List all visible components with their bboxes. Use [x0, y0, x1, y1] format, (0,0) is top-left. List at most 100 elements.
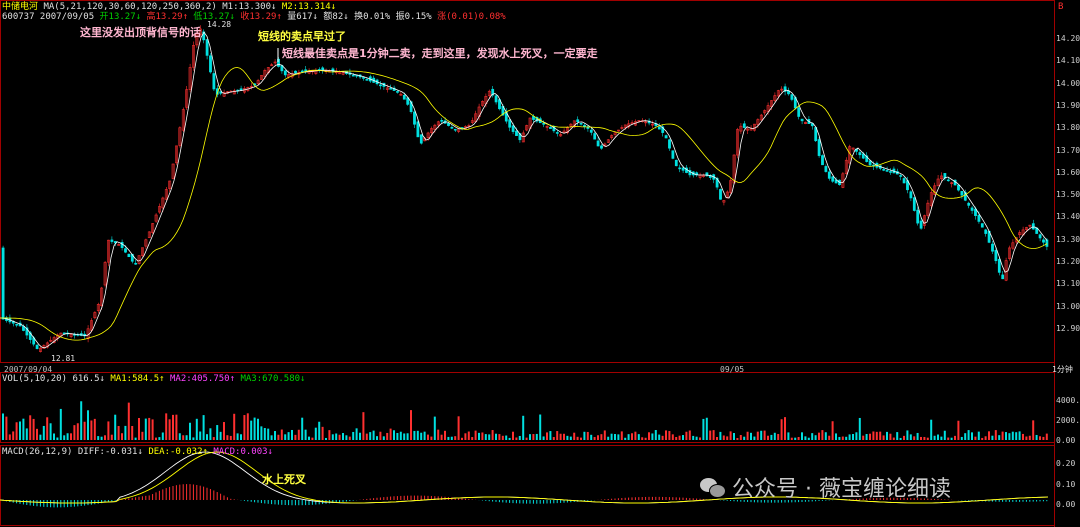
volume-bar — [1028, 435, 1031, 440]
volume-bar — [321, 426, 324, 440]
volume-bar — [260, 426, 263, 440]
volume-bar — [515, 437, 518, 440]
volume-bar — [784, 417, 786, 440]
volume-bar — [600, 434, 603, 440]
volume-bar — [909, 434, 912, 440]
volume-bar — [777, 433, 780, 440]
volume-bar — [804, 436, 807, 440]
volume-bar — [770, 434, 773, 440]
volume-bar — [675, 437, 678, 440]
volume-bar — [505, 435, 508, 440]
volume-bar — [178, 433, 181, 440]
volume-bar — [301, 417, 304, 440]
volume-bar — [566, 435, 569, 440]
ma-line-yellow — [0, 66, 1048, 341]
volume-bar — [518, 435, 521, 440]
volume-value: 量617↓ — [287, 12, 318, 22]
volume-bar — [338, 434, 341, 440]
ma-params: MA(5,21,120,30,60,120,250,360,2) — [43, 2, 217, 12]
low-price-mark: 12.81 — [51, 354, 76, 363]
volume-bar — [342, 433, 344, 440]
volume-bar — [240, 434, 242, 440]
volume-bar — [90, 420, 93, 440]
volume-bar — [671, 434, 674, 440]
turnover-value: 换0.01% — [354, 12, 391, 22]
volume-bar — [869, 433, 871, 440]
volume-bar — [216, 425, 219, 440]
volume-bar — [420, 432, 423, 440]
time-axis-period[interactable]: 1分钟 — [1052, 365, 1073, 375]
volume-bar — [495, 433, 497, 440]
macd-axis-label: 0.10 — [1056, 480, 1076, 489]
volume-bar — [39, 434, 42, 440]
volume-bar — [328, 430, 331, 440]
volume-bar — [2, 413, 4, 440]
code-date: 600737 2007/09/05 — [2, 12, 95, 22]
volume-bar — [433, 416, 436, 440]
volume-bar — [542, 436, 545, 440]
volume-bar — [699, 437, 701, 440]
volume-bar — [923, 436, 926, 440]
volume-bar — [1035, 434, 1038, 440]
volume-bar — [8, 434, 11, 440]
macd-dea: DEA:-0.032↑ — [148, 447, 208, 457]
volume-bar — [484, 434, 487, 440]
volume-bar — [644, 437, 647, 440]
price-axis-label: 12.90 — [1056, 323, 1080, 333]
vol-value: 616.5↓ — [72, 374, 105, 384]
volume-bar — [580, 437, 582, 440]
volume-bar — [104, 435, 106, 440]
volume-bar — [556, 431, 559, 440]
candlestick-series — [1, 25, 1049, 353]
volume-bar — [522, 415, 525, 440]
volume-bar — [508, 437, 511, 440]
volume-bar — [546, 432, 548, 440]
volume-bar — [637, 434, 640, 440]
volume-bar — [192, 437, 195, 440]
volume-bar — [991, 435, 994, 440]
volume-bar — [899, 437, 902, 440]
volume-bar — [49, 423, 52, 440]
volume-bar — [189, 422, 191, 440]
volume-bar — [733, 433, 735, 440]
volume-bar — [729, 431, 732, 440]
volume-bar — [15, 422, 18, 440]
volume-bar — [457, 416, 460, 440]
volume-bar — [583, 431, 586, 440]
volume-bar — [1018, 431, 1021, 440]
high-price-mark: 14.28 — [207, 20, 232, 29]
volume-bar — [1001, 431, 1004, 440]
volume-bar — [787, 432, 790, 440]
volume-bar — [828, 435, 831, 440]
price-axis-label: 13.40 — [1056, 212, 1080, 222]
volume-bar — [36, 428, 38, 440]
volume-bar — [586, 431, 589, 440]
volume-bar — [818, 432, 820, 440]
volume-bar — [1039, 436, 1041, 440]
volume-bar — [1022, 433, 1024, 440]
volume-bar — [692, 435, 695, 440]
volume-bar — [852, 434, 854, 440]
volume-bar — [59, 408, 62, 440]
volume-bar — [712, 430, 715, 440]
volume-bar — [454, 436, 457, 440]
volume-bar — [498, 434, 501, 440]
macd-axis-label: 0.00 — [1056, 500, 1076, 509]
volume-bar — [158, 437, 161, 440]
volume-bar — [311, 437, 314, 440]
volume-bar — [960, 436, 963, 440]
volume-bar — [648, 432, 650, 440]
volume-bar — [25, 428, 28, 440]
volume-bar — [144, 418, 147, 440]
volume-bar — [206, 434, 208, 440]
volume-bar — [331, 434, 334, 440]
high-value: 高13.29↑ — [146, 12, 188, 22]
volume-bars — [2, 401, 1048, 440]
volume-bar — [1045, 433, 1048, 440]
macd-value: MACD:0.003↓ — [213, 447, 273, 457]
volume-bar — [943, 430, 946, 440]
volume-bar — [209, 428, 212, 440]
volume-bar — [376, 436, 378, 440]
stock-name[interactable]: 中储电河 — [2, 2, 38, 12]
volume-bar — [739, 435, 742, 440]
